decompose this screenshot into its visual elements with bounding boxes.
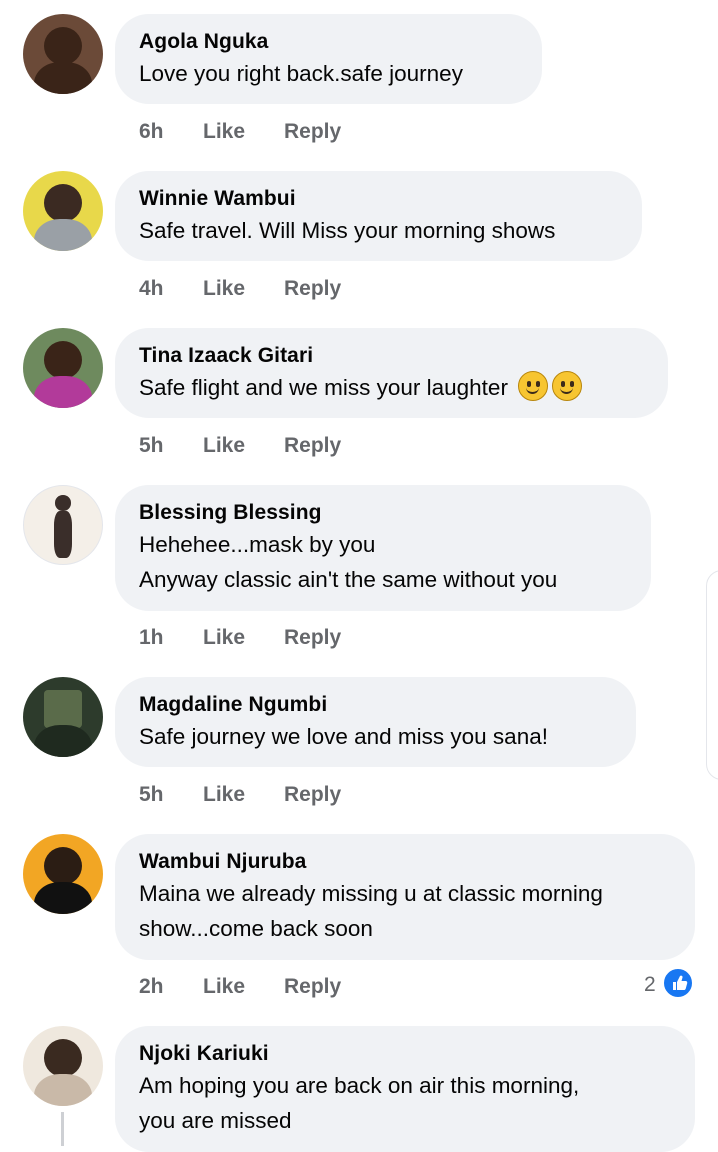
smiley-emoji-icon xyxy=(518,371,549,401)
commenter-name[interactable]: Winnie Wambui xyxy=(139,185,618,213)
comment-time[interactable]: 4h xyxy=(139,277,164,301)
avatar[interactable] xyxy=(23,677,103,757)
reply-button[interactable]: Reply xyxy=(284,626,341,650)
comment-text: Safe journey we love and miss you sana! xyxy=(139,724,548,749)
side-panel-edge xyxy=(706,570,718,780)
commenter-name[interactable]: Njoki Kariuki xyxy=(139,1040,671,1068)
like-button[interactable]: Like xyxy=(203,975,245,999)
reply-button[interactable]: Reply xyxy=(284,783,341,807)
comment-text: Love you right back.safe journey xyxy=(139,61,463,86)
reply-button[interactable]: Reply xyxy=(284,120,341,144)
reply-button[interactable]: Reply xyxy=(284,277,341,301)
comment-time[interactable]: 2h xyxy=(139,975,164,999)
comment-bubble: Winnie Wambui Safe travel. Will Miss you… xyxy=(115,171,642,261)
comment-bubble: Magdaline Ngumbi Safe journey we love an… xyxy=(115,677,636,767)
reaction-count: 2 xyxy=(644,973,656,996)
commenter-name[interactable]: Blessing Blessing xyxy=(139,499,627,527)
commenter-name[interactable]: Tina Izaack Gitari xyxy=(139,342,644,370)
avatar[interactable] xyxy=(23,14,103,94)
comment-text: show...come back soon xyxy=(139,916,373,941)
comment-text: Anyway classic ain't the same without yo… xyxy=(139,567,558,592)
comment-time[interactable]: 5h xyxy=(139,783,164,807)
avatar[interactable] xyxy=(23,834,103,914)
comment-text: Maina we already missing u at classic mo… xyxy=(139,881,603,906)
comment-time[interactable]: 6h xyxy=(139,120,164,144)
like-button[interactable]: Like xyxy=(203,434,245,458)
commenter-name[interactable]: Agola Nguka xyxy=(139,28,518,56)
comment-text-content: Safe flight and we miss your laughter xyxy=(139,375,508,400)
commenter-name[interactable]: Wambui Njuruba xyxy=(139,848,671,876)
avatar[interactable] xyxy=(23,1026,103,1106)
like-button[interactable]: Like xyxy=(203,277,245,301)
smiley-emoji-icon xyxy=(552,371,583,401)
avatar[interactable] xyxy=(23,328,103,408)
comment-text: you are missed xyxy=(139,1108,292,1133)
avatar[interactable] xyxy=(23,171,103,251)
comment-time[interactable]: 1h xyxy=(139,626,164,650)
reply-button[interactable]: Reply xyxy=(284,975,341,999)
comment-bubble: Agola Nguka Love you right back.safe jou… xyxy=(115,14,542,104)
comment-text: Safe flight and we miss your laughter xyxy=(139,370,644,405)
reply-button[interactable]: Reply xyxy=(284,434,341,458)
comment-text: Am hoping you are back on air this morni… xyxy=(139,1073,580,1098)
reply-thread-line xyxy=(61,1112,64,1146)
like-button[interactable]: Like xyxy=(203,626,245,650)
comment-text: Safe travel. Will Miss your morning show… xyxy=(139,218,556,243)
comment-bubble: Njoki Kariuki Am hoping you are back on … xyxy=(115,1026,695,1152)
commenter-name[interactable]: Magdaline Ngumbi xyxy=(139,691,612,719)
like-button[interactable]: Like xyxy=(203,783,245,807)
avatar[interactable] xyxy=(23,485,103,565)
comment-bubble: Blessing Blessing Hehehee...mask by you … xyxy=(115,485,651,611)
comment-text: Hehehee...mask by you xyxy=(139,532,376,557)
thumbs-up-icon xyxy=(662,967,694,999)
like-button[interactable]: Like xyxy=(203,120,245,144)
comment-bubble: Tina Izaack Gitari Safe flight and we mi… xyxy=(115,328,668,418)
comment-bubble: Wambui Njuruba Maina we already missing … xyxy=(115,834,695,960)
comment-time[interactable]: 5h xyxy=(139,434,164,458)
